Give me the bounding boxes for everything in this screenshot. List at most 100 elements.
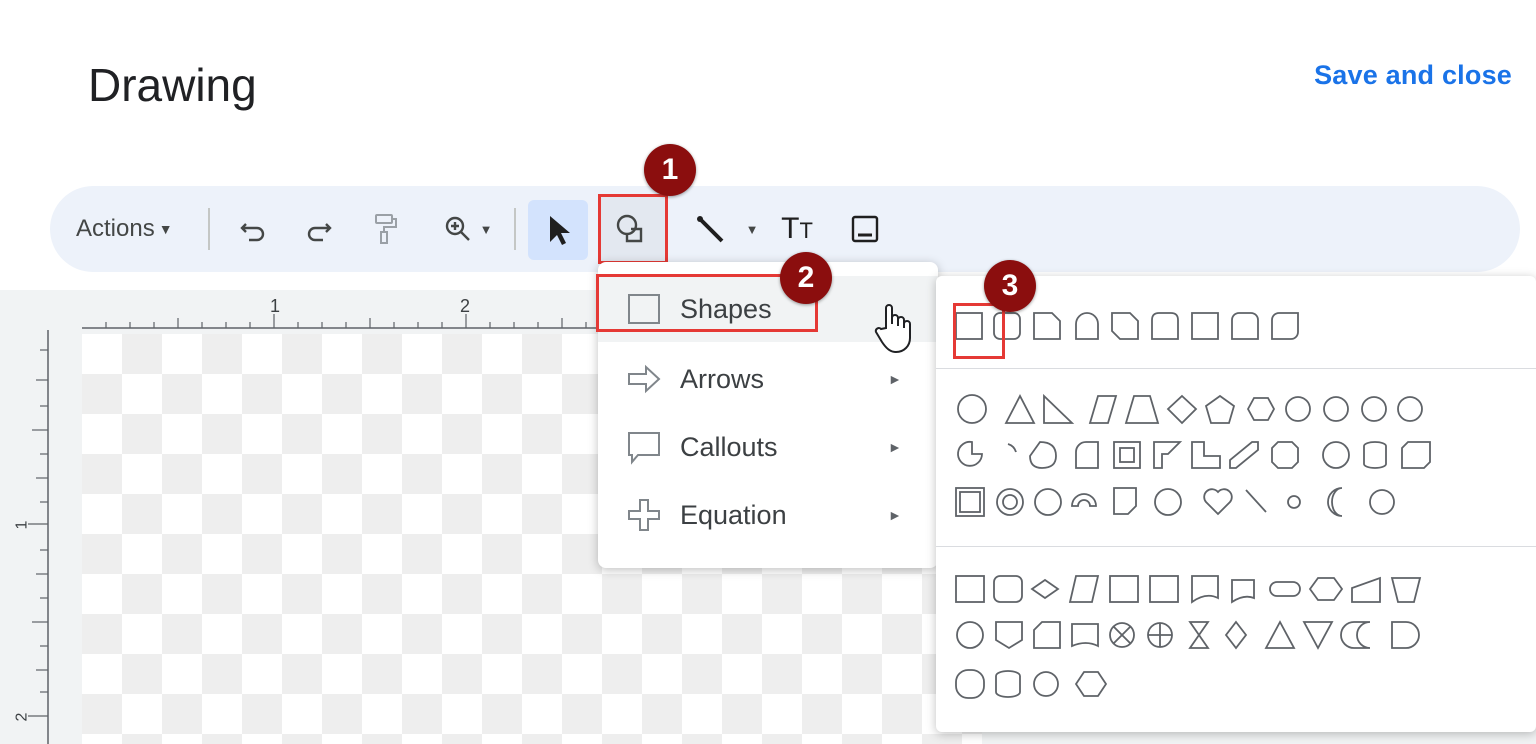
cube-shape-icon: [1401, 441, 1431, 469]
internal-storage-shape-icon: [1149, 575, 1179, 603]
decision-shape-icon: [1030, 578, 1060, 600]
zoom-button[interactable]: ▼: [432, 186, 504, 272]
toolbar: Actions ▼ ▼ ▼ TT: [50, 186, 1520, 272]
select-button[interactable]: [528, 200, 588, 260]
round-corner-rectangle-shape-icon: [1191, 312, 1219, 340]
ruler-mark: 2: [460, 296, 471, 316]
round-corner-rectangle-shape-icon: [1075, 312, 1099, 340]
submenu-arrow-icon: ►: [888, 371, 902, 387]
parallelogram-shape-icon: [1088, 395, 1118, 424]
menu-item-label: Arrows: [680, 363, 765, 394]
right-triangle-shape-icon: [1043, 393, 1075, 424]
line-icon: [696, 216, 723, 243]
redo-icon: [307, 223, 332, 242]
select-icon: [550, 216, 570, 245]
direct-access-storage-shape-icon: [1033, 671, 1059, 697]
submenu-arrow-icon: ►: [888, 507, 902, 523]
trapezoid-shape-icon: [1124, 395, 1160, 424]
snip-round-rectangle-shape-icon: [1271, 312, 1299, 340]
chord-shape-icon: [1075, 441, 1099, 469]
triangle-shape-icon: [1004, 394, 1036, 424]
ruler-mark: 2: [13, 712, 31, 722]
extract-shape-icon: [1264, 620, 1296, 649]
text-box-icon: TT: [781, 212, 813, 245]
caret-down-icon: ▼: [479, 221, 493, 237]
round-top-rectangle-shape-icon: [1151, 312, 1179, 340]
sequential-access-storage-shape-icon: [955, 669, 985, 699]
sun-shape-icon: [1287, 495, 1301, 509]
hand-cursor-icon: [872, 300, 916, 356]
snip-diagonal-rectangle-shape-icon: [1111, 312, 1139, 340]
diamond-shape-icon: [1166, 394, 1198, 425]
card-shape-icon: [1033, 621, 1061, 649]
terminator-shape-icon: [1269, 581, 1301, 597]
off-page-connector-shape-icon: [995, 621, 1023, 650]
connector-shape-icon: [956, 621, 984, 649]
caret-down-icon: ▼: [745, 221, 759, 237]
toolbar-divider: [514, 208, 516, 250]
decagon-shape-icon: [1361, 396, 1387, 422]
menu-item-label: Equation: [680, 499, 787, 530]
pentagon-shape-icon: [1204, 394, 1236, 424]
magnetic-disk-shape-icon: [995, 670, 1021, 698]
save-and-close-button[interactable]: Save and close: [1314, 60, 1512, 91]
diagonal-stripe-shape-icon: [1229, 441, 1259, 469]
alternate-process-shape-icon: [993, 575, 1023, 603]
hexagon-shape-icon: [1246, 397, 1276, 421]
block-arc-shape-icon: [1071, 493, 1097, 507]
octagon-plaque-shape-icon: [1322, 441, 1350, 469]
arc-shape-icon: [1007, 443, 1017, 453]
process-shape-icon: [955, 575, 985, 603]
rectangle-highlight-box[interactable]: [953, 303, 1005, 359]
step-badge-3: 3: [984, 260, 1036, 312]
dodecagon-shape-icon: [1397, 396, 1423, 422]
actions-menu-button[interactable]: Actions ▼: [76, 186, 173, 272]
pie-shape-icon: [957, 440, 983, 467]
delay-shape-icon: [1391, 621, 1420, 649]
undo-button[interactable]: [230, 186, 276, 272]
actions-label: Actions: [76, 215, 155, 242]
manual-input-shape-icon: [1351, 576, 1381, 603]
moon-shape-icon: [1327, 487, 1343, 517]
paint-format-icon: [375, 214, 397, 244]
frame-shape-icon: [1113, 441, 1141, 469]
predefined-process-shape-icon: [1109, 575, 1139, 603]
menu-item-callouts[interactable]: Callouts ►: [598, 414, 938, 480]
submenu-arrow-icon: ►: [888, 439, 902, 455]
heptagon-shape-icon: [1285, 396, 1311, 422]
undo-icon: [240, 223, 265, 242]
heart-shape-icon: [1203, 488, 1233, 516]
merge-shape-icon: [1302, 621, 1334, 650]
image-button[interactable]: [840, 186, 890, 272]
left-ruler: 1 2: [0, 330, 50, 744]
data-shape-icon: [1068, 575, 1100, 603]
menu-item-equation[interactable]: Equation ►: [598, 482, 938, 548]
plus-icon: [628, 499, 660, 531]
l-shape-icon: [1191, 441, 1221, 469]
half-frame-shape-icon: [1153, 441, 1183, 469]
callout-icon: [628, 432, 660, 465]
can-shape-icon: [1363, 441, 1387, 469]
cloud-shape-icon: [1369, 489, 1395, 515]
lightning-bolt-shape-icon: [1245, 489, 1267, 513]
section-divider: [936, 368, 1536, 369]
section-divider: [936, 546, 1536, 547]
collate-shape-icon: [1188, 621, 1210, 649]
multidocument-shape-icon: [1231, 579, 1255, 604]
preparation-shape-icon: [1308, 577, 1344, 601]
redo-button[interactable]: [296, 186, 342, 272]
smiley-face-shape-icon: [1154, 488, 1182, 516]
ruler-mark: 1: [270, 296, 281, 316]
display-shape-icon: [1074, 671, 1108, 697]
no-symbol-shape-icon: [1034, 488, 1062, 516]
shape-button[interactable]: [598, 194, 668, 264]
oval-shape-icon: [957, 394, 987, 424]
arrow-icon: [628, 364, 661, 394]
line-button[interactable]: ▼: [676, 186, 774, 272]
paint-format-button[interactable]: [362, 186, 408, 272]
donut-shape-icon: [996, 488, 1024, 516]
toolbar-divider: [208, 208, 210, 250]
shape-icon: [616, 214, 643, 243]
step-badge-1: 1: [644, 144, 696, 196]
shapes-submenu-panel: [936, 276, 1536, 732]
